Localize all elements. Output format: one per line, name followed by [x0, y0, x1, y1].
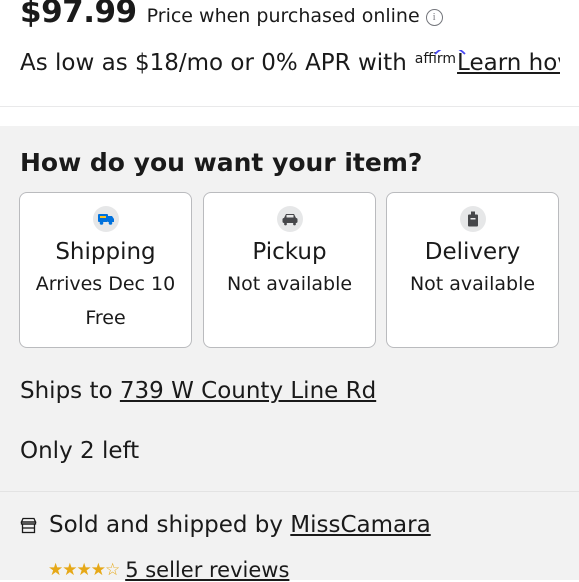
affirm-financing: As low as $18/mo or 0% APR with affirm L…	[20, 50, 560, 76]
seller-reviews: ★★★★☆ 5 seller reviews	[48, 558, 289, 582]
financing-text: As low as $18/mo or 0% APR with	[20, 50, 407, 76]
divider	[0, 491, 579, 492]
seller-reviews-link[interactable]: 5 seller reviews	[125, 558, 289, 582]
sold-by: Sold and shipped by MissCamara	[20, 512, 431, 538]
delivery-bag-icon	[459, 206, 486, 232]
stock-status: Only 2 left	[20, 438, 140, 464]
shipping-title: Shipping	[55, 239, 156, 265]
fulfillment-question: How do you want your item?	[20, 148, 423, 177]
pickup-status: Not available	[226, 273, 353, 295]
ships-to-address-link[interactable]: 739 W County Line Rd	[120, 378, 376, 404]
shipping-arrival: Arrives Dec 10	[35, 273, 176, 295]
store-icon	[20, 517, 37, 533]
learn-how-link[interactable]: Learn hov	[457, 50, 560, 76]
seller-name-link[interactable]: MissCamara	[290, 512, 430, 538]
price: $97.99	[20, 0, 137, 30]
affirm-logo: affirm	[415, 50, 466, 67]
price-section: $97.99 Price when purchased online i As …	[0, 0, 579, 107]
ships-to-label: Ships to	[20, 378, 113, 404]
shipping-cost: Free	[85, 307, 126, 329]
affirm-arc-icon	[434, 50, 466, 55]
star-rating: ★★★★☆	[48, 560, 120, 580]
info-icon[interactable]: i	[425, 9, 443, 26]
price-row: $97.99 Price when purchased online i	[20, 0, 443, 30]
pickup-car-icon	[276, 206, 303, 232]
pickup-option-card[interactable]: Pickup Not available	[203, 192, 376, 348]
delivery-option-card[interactable]: Delivery Not available	[386, 192, 559, 348]
delivery-status: Not available	[409, 273, 536, 295]
fulfillment-panel: How do you want your item? Shipping Arri…	[0, 126, 579, 582]
ships-to: Ships to 739 W County Line Rd	[20, 378, 376, 404]
price-note: Price when purchased online	[146, 5, 420, 27]
shipping-option-card[interactable]: Shipping Arrives Dec 10 Free	[19, 192, 192, 348]
shipping-truck-icon	[92, 206, 119, 232]
pickup-title: Pickup	[252, 239, 327, 265]
sold-by-label: Sold and shipped by	[49, 512, 283, 538]
delivery-title: Delivery	[424, 239, 521, 265]
